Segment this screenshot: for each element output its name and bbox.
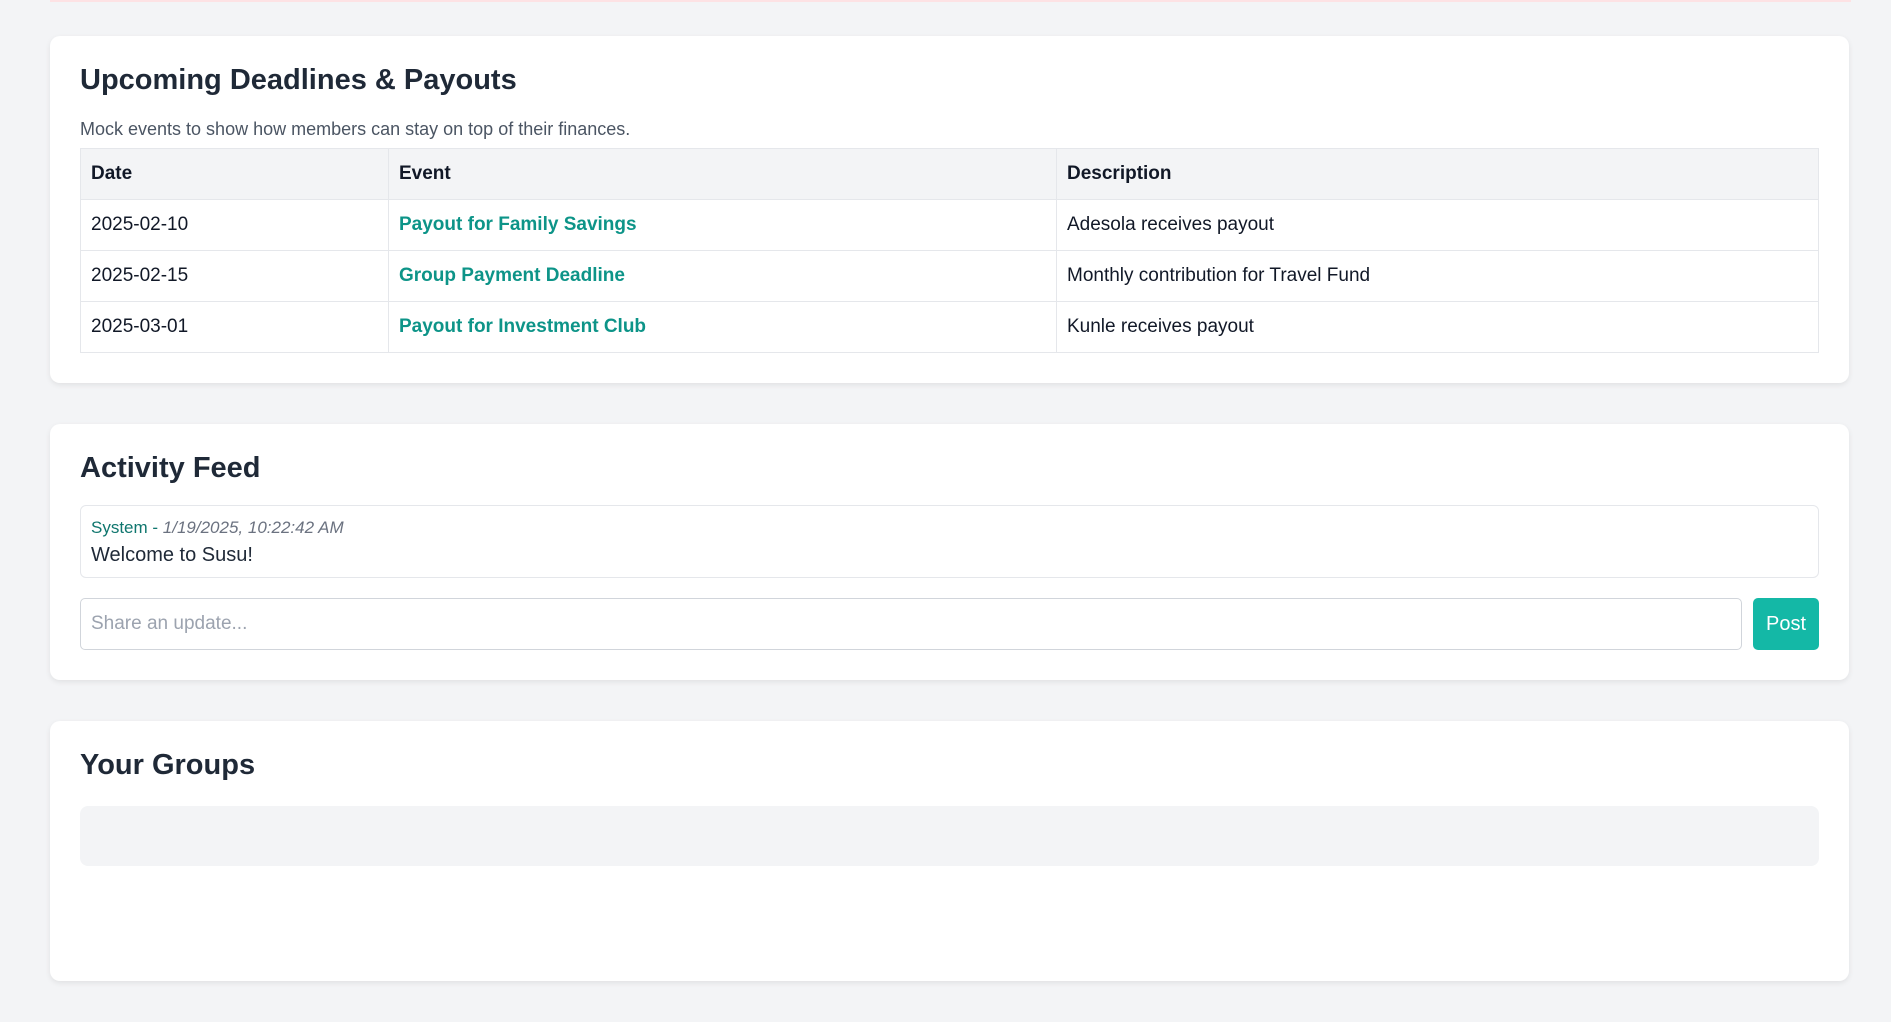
table-row: 2025-03-01 Payout for Investment Club Ku… <box>80 301 1819 353</box>
cell-event: Payout for Family Savings <box>388 199 1057 251</box>
table-row: 2025-02-10 Payout for Family Savings Ade… <box>80 199 1819 251</box>
groups-list-panel <box>80 806 1819 866</box>
deadlines-card: Upcoming Deadlines & Payouts Mock events… <box>50 36 1849 383</box>
groups-title: Your Groups <box>80 749 256 781</box>
column-header-description: Description <box>1056 148 1819 200</box>
feed-meta: System - 1/19/2025, 10:22:42 AM <box>91 518 1808 538</box>
deadlines-subtitle: Mock events to show how members can stay… <box>80 119 631 139</box>
feed-author: System <box>91 518 148 537</box>
update-input[interactable] <box>80 598 1742 650</box>
activity-feed-title: Activity Feed <box>80 452 261 484</box>
cell-event: Group Payment Deadline <box>388 250 1057 302</box>
cell-date: 2025-02-10 <box>80 199 389 251</box>
column-header-date: Date <box>80 148 389 200</box>
cell-description: Monthly contribution for Travel Fund <box>1056 250 1819 302</box>
event-link[interactable]: Group Payment Deadline <box>399 265 625 286</box>
table-header-row: Date Event Description <box>80 148 1819 200</box>
event-link[interactable]: Payout for Family Savings <box>399 214 637 235</box>
top-strip <box>50 0 1851 2</box>
post-button[interactable]: Post <box>1753 598 1819 650</box>
feed-item: System - 1/19/2025, 10:22:42 AM Welcome … <box>80 505 1819 578</box>
cell-event: Payout for Investment Club <box>388 301 1057 353</box>
feed-timestamp: 1/19/2025, 10:22:42 AM <box>162 518 344 537</box>
cell-description: Kunle receives payout <box>1056 301 1819 353</box>
cell-date: 2025-03-01 <box>80 301 389 353</box>
deadlines-table: Date Event Description 2025-02-10 Payout… <box>80 148 1819 353</box>
page-content: Upcoming Deadlines & Payouts Mock events… <box>50 36 1849 1022</box>
column-header-event: Event <box>388 148 1057 200</box>
event-link[interactable]: Payout for Investment Club <box>399 316 646 337</box>
feed-separator: - <box>147 518 163 537</box>
table-row: 2025-02-15 Group Payment Deadline Monthl… <box>80 250 1819 302</box>
cell-description: Adesola receives payout <box>1056 199 1819 251</box>
groups-card: Your Groups <box>50 721 1849 981</box>
activity-feed-card: Activity Feed System - 1/19/2025, 10:22:… <box>50 424 1849 680</box>
feed-message: Welcome to Susu! <box>91 544 253 566</box>
post-row: Post <box>80 598 1819 650</box>
deadlines-title: Upcoming Deadlines & Payouts <box>80 64 517 96</box>
cell-date: 2025-02-15 <box>80 250 389 302</box>
